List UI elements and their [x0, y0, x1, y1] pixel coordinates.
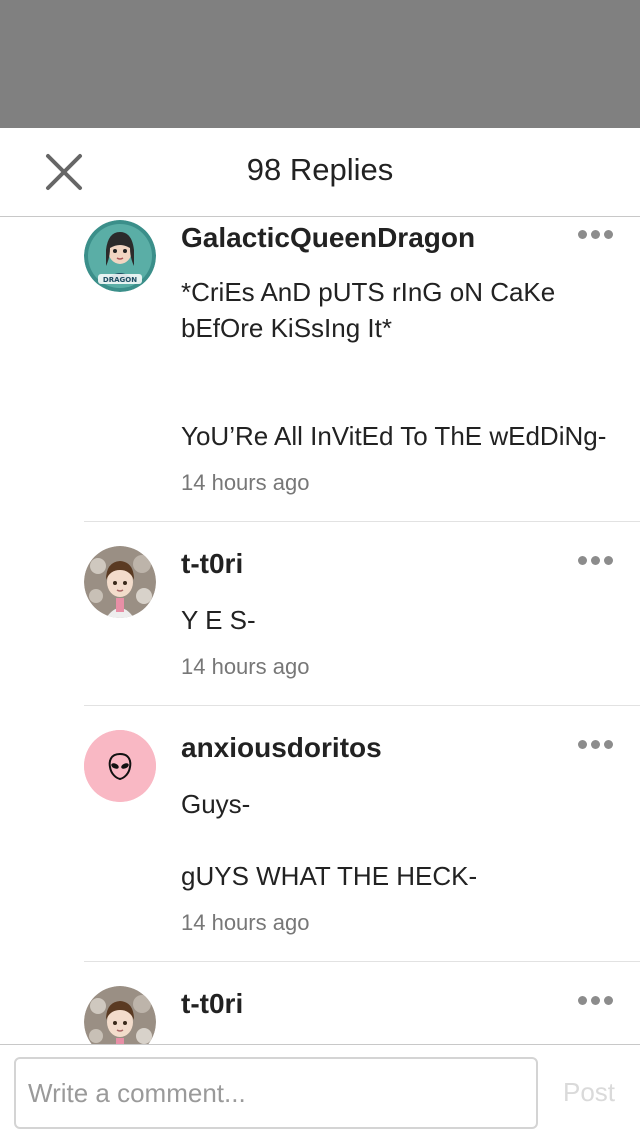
- svg-text:DRAGON: DRAGON: [103, 276, 137, 284]
- avatar[interactable]: DRAGON: [84, 220, 156, 292]
- avatar[interactable]: [84, 986, 156, 1044]
- divider: [84, 705, 640, 706]
- dot-icon: [578, 740, 587, 749]
- dot-icon: [591, 996, 600, 1005]
- alien-icon: [84, 730, 156, 802]
- more-options-button[interactable]: [578, 736, 620, 756]
- username[interactable]: anxiousdoritos: [181, 732, 382, 764]
- timestamp: 14 hours ago: [181, 470, 310, 495]
- replies-header: 98 Replies: [0, 128, 640, 217]
- avatar[interactable]: [84, 546, 156, 618]
- dot-icon: [604, 740, 613, 749]
- replies-list[interactable]: DRAGON GalacticQueenDragon *CriEs AnD pU…: [0, 218, 640, 1044]
- divider: [84, 521, 640, 522]
- dot-icon: [591, 230, 600, 239]
- divider: [84, 961, 640, 962]
- dimmed-background[interactable]: [0, 0, 640, 128]
- more-options-button[interactable]: [578, 552, 620, 572]
- dot-icon: [604, 556, 613, 565]
- username[interactable]: GalacticQueenDragon: [181, 222, 475, 254]
- avatar[interactable]: [84, 730, 156, 802]
- timestamp: 14 hours ago: [181, 910, 310, 935]
- reply-text: Y E S-: [181, 605, 256, 635]
- galactic-dragon-avatar-icon: DRAGON: [84, 220, 156, 292]
- anime-boy-avatar-icon: [84, 986, 156, 1044]
- more-options-button[interactable]: [578, 226, 620, 246]
- comment-composer: Post: [0, 1044, 640, 1136]
- dot-icon: [578, 996, 587, 1005]
- username[interactable]: t-t0ri: [181, 548, 243, 580]
- username[interactable]: t-t0ri: [181, 988, 243, 1020]
- post-button[interactable]: Post: [563, 1077, 615, 1108]
- dot-icon: [591, 556, 600, 565]
- dot-icon: [578, 556, 587, 565]
- dot-icon: [604, 230, 613, 239]
- comment-input[interactable]: [14, 1057, 538, 1129]
- timestamp: 14 hours ago: [181, 654, 310, 679]
- reply-text: *CriEs AnD pUTS rInG oN CaKe bEfOre KiSs…: [181, 277, 607, 451]
- dot-icon: [604, 996, 613, 1005]
- more-options-button[interactable]: [578, 992, 620, 1012]
- reply-text: Guys- gUYS WHAT THE HECK-: [181, 789, 478, 891]
- page-title: 98 Replies: [246, 152, 394, 187]
- dot-icon: [591, 740, 600, 749]
- anime-boy-avatar-icon: [84, 546, 156, 618]
- dot-icon: [578, 230, 587, 239]
